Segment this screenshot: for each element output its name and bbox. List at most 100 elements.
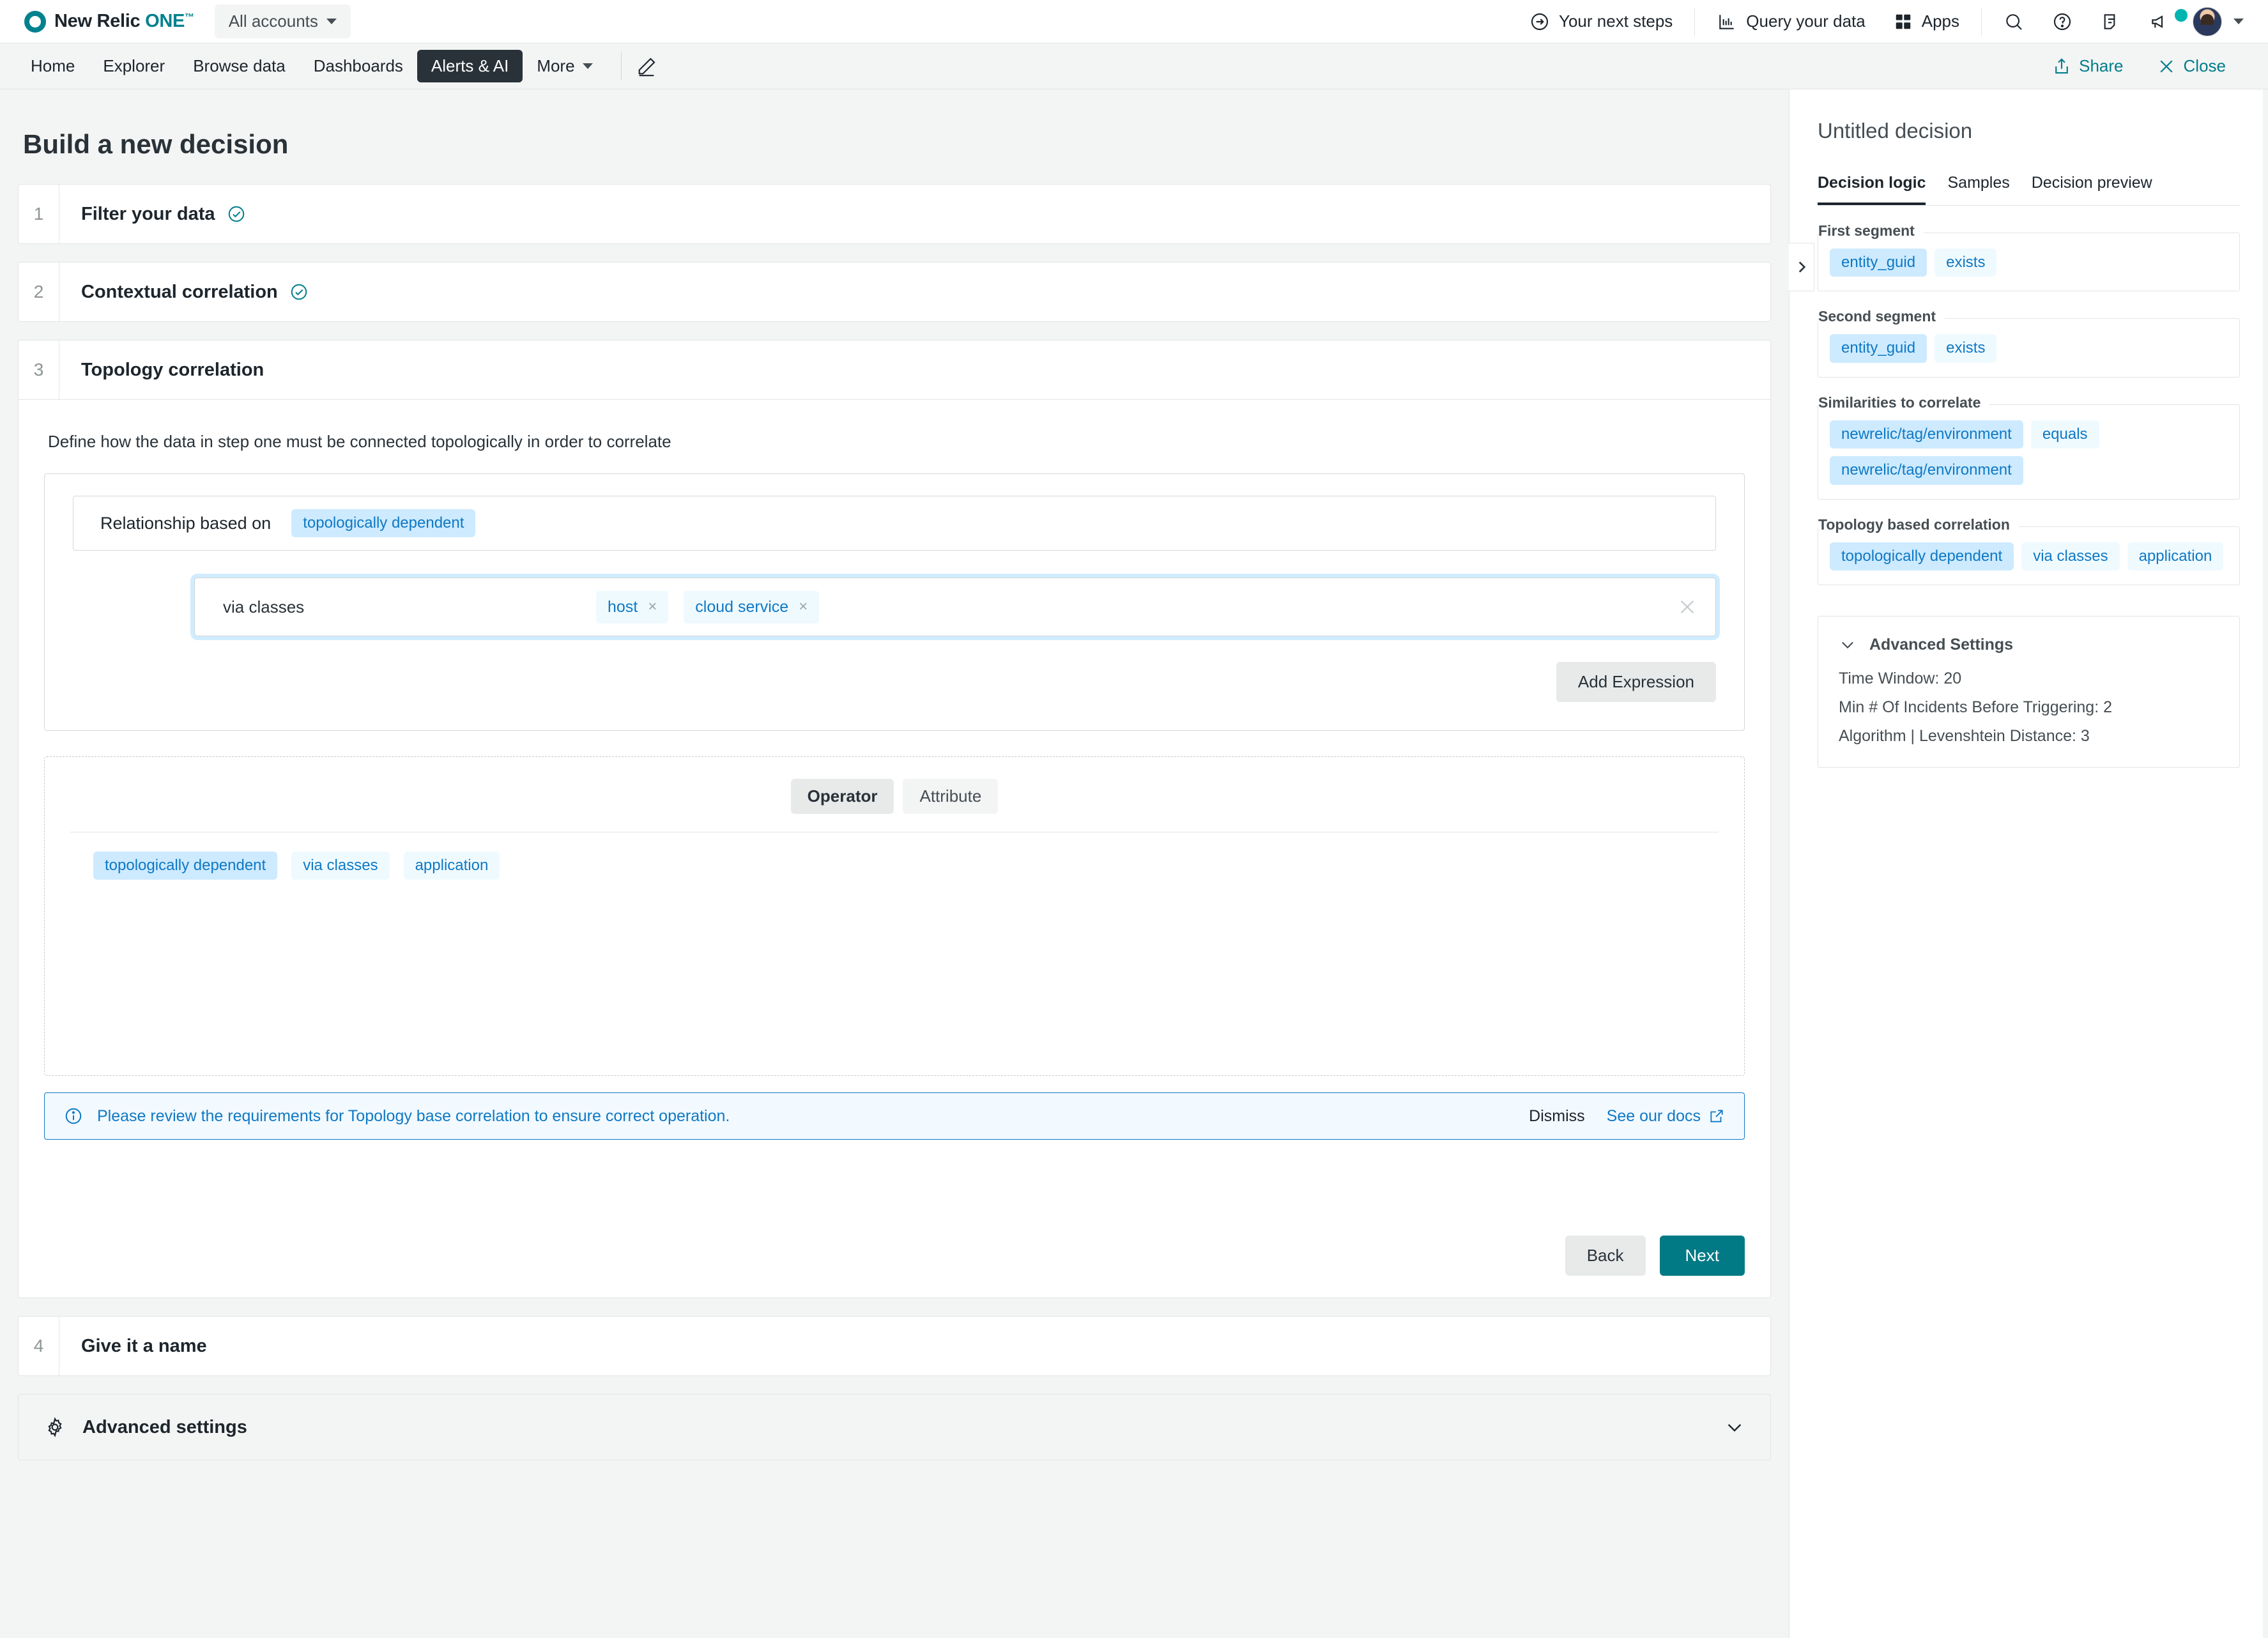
token-entity-guid[interactable]: entity_guid bbox=[1830, 334, 1927, 363]
help-button[interactable] bbox=[2038, 11, 2087, 32]
nav-item-dashboards[interactable]: Dashboards bbox=[300, 50, 417, 82]
add-expression-button[interactable]: Add Expression bbox=[1556, 662, 1716, 702]
nav-item-browse-data[interactable]: Browse data bbox=[179, 50, 300, 82]
check-circle-icon bbox=[289, 282, 309, 302]
token-exists[interactable]: exists bbox=[1935, 249, 1997, 277]
announcements-button[interactable] bbox=[2135, 8, 2188, 32]
decision-title[interactable]: Untitled decision bbox=[1818, 119, 2240, 143]
expression-label: via classes bbox=[223, 597, 305, 616]
page-title: Build a new decision bbox=[23, 129, 289, 159]
share-label: Share bbox=[2079, 56, 2124, 75]
tab-attribute[interactable]: Attribute bbox=[903, 779, 999, 814]
step-card-filter-your-data[interactable]: 1 Filter your data bbox=[18, 184, 1771, 244]
nav-bar: Home Explorer Browse data Dashboards Ale… bbox=[0, 43, 2268, 89]
tab-decision-logic[interactable]: Decision logic bbox=[1818, 174, 1926, 205]
trademark-icon: ™ bbox=[185, 11, 194, 23]
step-title: Filter your data bbox=[81, 203, 215, 224]
token-entity-guid[interactable]: entity_guid bbox=[1830, 249, 1927, 277]
query-your-data-button[interactable]: Query your data bbox=[1703, 11, 1879, 32]
decision-sidebar: Untitled decision Decision logic Samples… bbox=[1789, 89, 2268, 1638]
search-button[interactable] bbox=[1989, 11, 2038, 32]
nav-label: Explorer bbox=[103, 56, 165, 75]
arrow-right-circle-icon bbox=[1529, 11, 1550, 32]
token-equals[interactable]: equals bbox=[2030, 420, 2099, 449]
preview-token-via-classes[interactable]: via classes bbox=[291, 852, 390, 880]
fieldset-similarities-to-correlate: Similarities to correlate newrelic/tag/e… bbox=[1818, 394, 2240, 500]
tab-decision-preview[interactable]: Decision preview bbox=[2032, 174, 2152, 205]
account-selector[interactable]: All accounts bbox=[214, 4, 351, 38]
token-application[interactable]: application bbox=[2127, 542, 2224, 570]
nav-label: More bbox=[537, 56, 575, 75]
step-title-wrap: Contextual correlation bbox=[59, 263, 309, 321]
nav-item-home[interactable]: Home bbox=[17, 50, 89, 82]
see-our-docs-link[interactable]: See our docs bbox=[1607, 1107, 1725, 1126]
external-link-icon bbox=[1708, 1108, 1725, 1124]
tab-samples[interactable]: Samples bbox=[1947, 174, 2009, 205]
nav-label: Dashboards bbox=[313, 56, 403, 75]
next-button[interactable]: Next bbox=[1659, 1236, 1745, 1276]
avatar[interactable] bbox=[2193, 6, 2222, 36]
chevron-down-icon bbox=[326, 19, 337, 24]
token-newrelic-tag-environment[interactable]: newrelic/tag/environment bbox=[1830, 456, 2023, 485]
chevron-down-icon[interactable] bbox=[1724, 1417, 1745, 1437]
nav-label: Browse data bbox=[193, 56, 286, 75]
dismiss-notice-button[interactable]: Dismiss bbox=[1529, 1107, 1585, 1126]
note-edit-icon bbox=[2101, 11, 2121, 32]
chevron-down-icon[interactable] bbox=[2234, 19, 2244, 24]
close-button[interactable]: Close bbox=[2147, 51, 2236, 81]
app-root: New Relic ONE™ All accounts Your next st… bbox=[0, 0, 2268, 1638]
expression-input-row[interactable]: via classes host × cloud service × bbox=[194, 578, 1716, 636]
close-label: Close bbox=[2183, 56, 2226, 75]
apps-button[interactable]: Apps bbox=[1880, 11, 1973, 31]
nav-item-alerts-ai[interactable]: Alerts & AI bbox=[417, 50, 523, 82]
token-topologically-dependent[interactable]: topologically dependent bbox=[1830, 542, 2014, 570]
relationship-panel: Relationship based on topologically depe… bbox=[44, 473, 1745, 731]
remove-chip-icon[interactable]: × bbox=[648, 598, 657, 616]
advanced-settings-header[interactable]: Advanced Settings bbox=[1839, 636, 2219, 654]
account-selector-label: All accounts bbox=[228, 11, 318, 31]
share-icon bbox=[2052, 57, 2071, 76]
notice-text: Please review the requirements for Topol… bbox=[97, 1106, 730, 1125]
collapse-sidebar-handle[interactable] bbox=[1789, 243, 1814, 291]
nav-item-more[interactable]: More bbox=[523, 50, 606, 82]
edit-pencil-icon[interactable] bbox=[636, 56, 657, 77]
step-number: 3 bbox=[19, 341, 59, 399]
fieldset-legend: Similarities to correlate bbox=[1818, 394, 1990, 411]
step-header[interactable]: 2 Contextual correlation bbox=[19, 263, 1770, 321]
feedback-button[interactable] bbox=[2087, 11, 2135, 32]
your-next-steps-button[interactable]: Your next steps bbox=[1515, 11, 1687, 32]
preview-token-application[interactable]: application bbox=[403, 852, 500, 880]
nav-label: Alerts & AI bbox=[431, 56, 509, 75]
step-header[interactable]: 1 Filter your data bbox=[19, 185, 1770, 243]
tab-operator[interactable]: Operator bbox=[790, 779, 894, 814]
remove-chip-icon[interactable]: × bbox=[799, 598, 808, 616]
fieldset-legend: Topology based correlation bbox=[1818, 516, 2019, 533]
nav-item-explorer[interactable]: Explorer bbox=[89, 50, 179, 82]
step-card-contextual-correlation[interactable]: 2 Contextual correlation bbox=[18, 262, 1771, 322]
brand-logo[interactable]: New Relic ONE™ bbox=[24, 10, 194, 33]
chevron-down-icon[interactable] bbox=[1839, 636, 1857, 654]
clear-input-icon[interactable] bbox=[1677, 597, 1697, 617]
sidebar-scrollbar[interactable] bbox=[2263, 89, 2268, 1638]
relationship-value-token[interactable]: topologically dependent bbox=[291, 509, 476, 538]
preview-token-topologically-dependent[interactable]: topologically dependent bbox=[93, 852, 278, 880]
advanced-settings-section[interactable]: Advanced settings bbox=[18, 1394, 1771, 1460]
help-circle-icon bbox=[2052, 11, 2073, 32]
brand-one-text: ONE bbox=[145, 11, 185, 31]
expression-chip-cloud-service[interactable]: cloud service × bbox=[684, 590, 820, 624]
notice-actions: Dismiss See our docs bbox=[1529, 1107, 1725, 1126]
share-button[interactable]: Share bbox=[2042, 51, 2133, 81]
relationship-row[interactable]: Relationship based on topologically depe… bbox=[73, 496, 1716, 551]
new-relic-logo-icon bbox=[24, 10, 46, 33]
step-card-give-it-a-name[interactable]: 4 Give it a name bbox=[18, 1316, 1771, 1376]
step-header[interactable]: 3 Topology correlation bbox=[19, 341, 1770, 399]
token-newrelic-tag-environment[interactable]: newrelic/tag/environment bbox=[1830, 420, 2023, 449]
step-number: 1 bbox=[19, 185, 59, 243]
token-exists[interactable]: exists bbox=[1935, 334, 1997, 363]
top-bar: New Relic ONE™ All accounts Your next st… bbox=[0, 0, 2268, 43]
chip-label: host bbox=[608, 597, 638, 616]
back-button[interactable]: Back bbox=[1565, 1236, 1646, 1276]
token-via-classes[interactable]: via classes bbox=[2021, 542, 2120, 570]
step-header[interactable]: 4 Give it a name bbox=[19, 1317, 1770, 1375]
expression-chip-host[interactable]: host × bbox=[596, 590, 669, 624]
